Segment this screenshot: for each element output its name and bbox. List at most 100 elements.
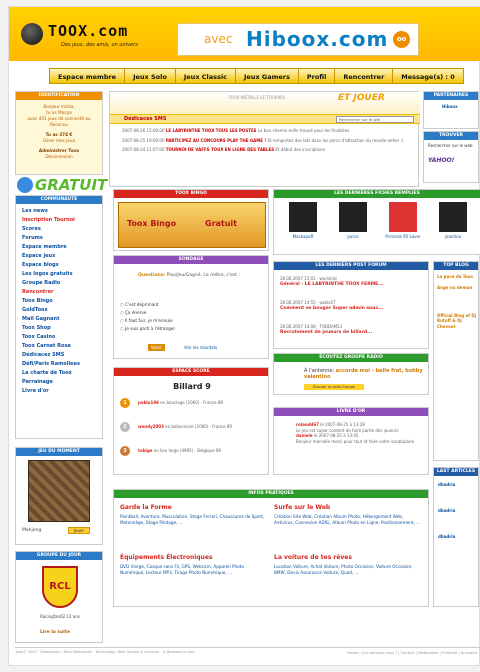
- communaute-menu-item[interactable]: Inscription Tournoi: [22, 216, 96, 225]
- communaute-menu-item[interactable]: Espace blogs: [22, 261, 96, 270]
- blog-link[interactable]: Ange ou demon: [437, 285, 477, 291]
- derniers-posts-panel: Les derniers post forum 28.08.2007 15:01…: [273, 261, 429, 349]
- poll-option[interactable]: C'est déprimant: [120, 301, 175, 309]
- member-card[interactable]: porco: [328, 202, 378, 239]
- site-search-input[interactable]: Rechercher sur le site: [336, 116, 414, 123]
- communaute-menu-item[interactable]: Forums: [22, 234, 96, 243]
- communaute-menu-item[interactable]: Toox Shop: [22, 324, 96, 333]
- news-item[interactable]: 2007-08-24 11:07:00 TOURNOI DE VAFFS TOU…: [122, 147, 414, 153]
- site-logo[interactable]: TOOX.com Des jeux, des amis, un univers: [21, 21, 156, 55]
- group-read-more-link[interactable]: Lire la suite: [40, 630, 70, 635]
- communaute-menu-item[interactable]: GoldToox: [22, 306, 96, 315]
- nav-espace-membre[interactable]: Espace membre: [49, 68, 126, 84]
- communaute-menu-item[interactable]: Les logos gratuits: [22, 270, 96, 279]
- info-links[interactable]: Création Site Web, Création Album Photo,…: [274, 514, 422, 526]
- poll-option[interactable]: Il faut fuir, je m'ennuie: [120, 317, 175, 325]
- communaute-menu-item[interactable]: Dédicacez SMS: [22, 351, 96, 360]
- score-row[interactable]: 3 tobige en lieu large (4965) - Belgique …: [120, 446, 266, 456]
- communaute-menu-item[interactable]: Toox Bingo: [22, 297, 96, 306]
- mahjong-thumbnail[interactable]: [28, 460, 90, 522]
- info-heading[interactable]: Équipements Électroniques: [120, 554, 268, 561]
- ident-manage-link[interactable]: Gérer mes jeux: [16, 138, 102, 144]
- info-heading[interactable]: La voiture de tes rêves: [274, 554, 422, 561]
- forum-post[interactable]: 28.08.2007 14:55 · pablo57 Comment se bou…: [280, 300, 426, 311]
- player-info: en ballonnaire (2060) - France: [165, 424, 226, 429]
- communaute-menu-item[interactable]: Espace membre: [22, 243, 96, 252]
- hiboox-banner[interactable]: avec Hiboox.com oo: [177, 23, 419, 56]
- communaute-menu-item[interactable]: Parrainage: [22, 378, 96, 387]
- partenaires-panel: Partenaires Hiboox: [423, 91, 479, 129]
- news-title[interactable]: TOURNOI DE VAFFS TOUX EN LIGNE DES TABLE…: [166, 147, 274, 152]
- news-item[interactable]: 2007-08-26 15:00:00 LE LABYRINTHE TOOX T…: [122, 128, 414, 134]
- radio-title: Écoutez Groupe Radio: [274, 354, 428, 362]
- ticker-bar: Dédicaces SMS Rechercher sur le site: [110, 114, 420, 124]
- info-links[interactable]: Paintball, Aventure, Musculation, Stage …: [120, 514, 268, 526]
- member-card[interactable]: Mackapuff: [278, 202, 328, 239]
- info-links[interactable]: DVD Vierge, Casque sans Fil, GPS, Webcam…: [120, 564, 268, 576]
- member-card[interactable]: Princess 95 Lover: [378, 202, 428, 239]
- communaute-menu-item[interactable]: Défi/Paris Ramollees: [22, 360, 96, 369]
- entry-author[interactable]: rolandd67: [296, 422, 319, 427]
- entry-author[interactable]: daniele: [296, 433, 313, 438]
- nav-jeux-gamers[interactable]: Jeux Gamers: [235, 68, 299, 84]
- communaute-menu-item[interactable]: Livre d'or: [22, 387, 96, 396]
- communaute-menu-item[interactable]: Toox Carnet Rose: [22, 342, 96, 351]
- gratuit-banner[interactable]: GRATUIT: [15, 175, 107, 195]
- communaute-menu-item[interactable]: Rencontrer: [22, 288, 96, 297]
- footer-links[interactable]: Presse | Qui sommes-nous ? | Contact | W…: [347, 651, 477, 655]
- forum-post[interactable]: 28.08.2007 15:01 · worldclic Général - LE…: [280, 276, 426, 287]
- communaute-menu-item[interactable]: Groupe Radio: [22, 279, 96, 288]
- footer-copyright: Toox© 2007 · Webdesign : Beta-Webstudio …: [15, 650, 195, 654]
- player-info: en lieu large (4965) - Belgique: [153, 448, 215, 453]
- poll-option[interactable]: Ça énerve: [120, 309, 175, 317]
- nav-messages[interactable]: Message(s) : 0: [393, 68, 464, 84]
- blog-link[interactable]: La puce de Toox: [437, 274, 477, 280]
- listen-radio-button[interactable]: Écouter la radio Groupe: [304, 384, 364, 390]
- nav-profil[interactable]: Profil: [298, 68, 336, 84]
- communaute-menu-item[interactable]: Mail Gagnant: [22, 315, 96, 324]
- score-row[interactable]: 2 wendy2003 en ballonnaire (2060) - Franc…: [120, 422, 266, 432]
- article-link[interactable]: dbadria: [438, 482, 478, 488]
- toox-bingo-banner[interactable]: Toox Bingo Gratuit: [118, 202, 266, 248]
- forum-post[interactable]: 28.08.2007 14:08 · TOBDAM53 Recrutement d…: [280, 324, 426, 335]
- avatar: [389, 202, 417, 232]
- nav-jeux-classic[interactable]: Jeux Classic: [175, 68, 236, 84]
- communaute-menu-item[interactable]: Scores: [22, 225, 96, 234]
- score-row[interactable]: 1 pablo196 en bouclage (2060) - France 89: [120, 398, 266, 408]
- poll-results-link[interactable]: Voir les résultats: [184, 345, 217, 350]
- news-item[interactable]: 2007-08-25 19:00:00 PARTICIPEZ AU CONCOU…: [122, 138, 414, 144]
- poll-option[interactable]: Je suis parti à l'étranger: [120, 325, 175, 333]
- communaute-menu-item[interactable]: Toox Casino: [22, 333, 96, 342]
- blog-link[interactable]: Official Blog of Dj Rutoff & Dj Chevoot: [437, 313, 477, 330]
- article-title: dbadria: [438, 482, 456, 487]
- poll-options: C'est déprimant Ça énerve Il faut fuir, …: [120, 301, 175, 333]
- banner-prefix: avec: [204, 32, 233, 46]
- ident-logout-link[interactable]: Déconnexion: [16, 154, 102, 160]
- partenaires-title: Partenaires: [424, 92, 478, 100]
- info-heading[interactable]: Surfe sur le Web: [274, 504, 422, 511]
- nav-jeux-solo[interactable]: Jeux Solo: [125, 68, 176, 84]
- espace-score-title: Espace Score: [114, 368, 268, 376]
- member-list: Mackapuff porco Princess 95 Lover joanit…: [278, 202, 478, 239]
- article-link[interactable]: dbadria: [438, 508, 478, 514]
- communaute-menu-item[interactable]: La charte de Toox: [22, 369, 96, 378]
- gratuit-globe-icon: [17, 177, 33, 193]
- communaute-menu-item[interactable]: Les news: [22, 207, 96, 216]
- partner-link[interactable]: Hiboox: [442, 104, 458, 109]
- info-heading[interactable]: Garde la Forme: [120, 504, 268, 511]
- vote-button[interactable]: Voter: [148, 344, 165, 351]
- group-logo[interactable]: RCL: [42, 566, 78, 608]
- play-button[interactable]: Jouer: [68, 527, 90, 534]
- groupe-du-jour-title: Groupe du jour: [16, 552, 102, 560]
- sms-link[interactable]: Dédicaces SMS: [124, 116, 166, 122]
- article-title: dbadria: [438, 534, 456, 539]
- article-link[interactable]: dbadria: [438, 534, 478, 540]
- yahoo-search-logo[interactable]: YAHOO!: [428, 157, 454, 164]
- news-title[interactable]: LE LABYRINTHE TOOX TOUS LES POSTES: [166, 128, 257, 133]
- member-card[interactable]: joanitou: [428, 202, 478, 239]
- news-title[interactable]: PARTICIPEZ AU CONCOURS PLAY THE GAME !: [166, 138, 266, 143]
- nav-rencontrer[interactable]: Rencontrer: [335, 68, 394, 84]
- top-blog-title: Top Blog: [434, 262, 478, 270]
- communaute-menu-item[interactable]: Espace jeux: [22, 252, 96, 261]
- info-links[interactable]: Location Voiture, Achat Voiture, Photo O…: [274, 564, 422, 576]
